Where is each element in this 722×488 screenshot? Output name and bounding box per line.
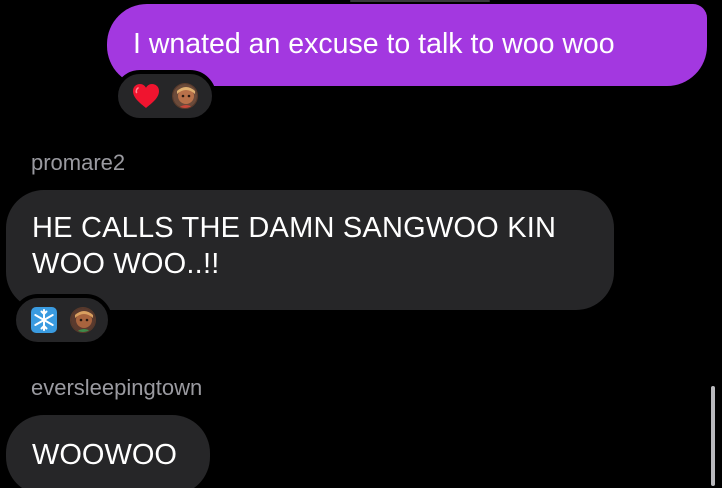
reactor-avatar[interactable] xyxy=(172,83,198,109)
message-reactions[interactable] xyxy=(114,70,216,122)
incoming-message-bubble[interactable]: HE CALLS THE DAMN SANGWOO KIN WOO WOO..!… xyxy=(6,190,614,310)
chat-thread[interactable]: I wnated an excuse to talk to woo woo pr… xyxy=(0,0,722,488)
message-text-line: WOO WOO..!! xyxy=(32,248,220,280)
message-text-line: HE CALLS THE DAMN SANGWOO KIN xyxy=(32,212,557,244)
incoming-message-bubble[interactable]: WOOWOO xyxy=(6,415,210,488)
message-text: I wnated an excuse to talk to woo woo xyxy=(133,28,615,60)
scrollbar-thumb[interactable] xyxy=(711,386,715,486)
red-heart-icon xyxy=(132,82,160,110)
message-reactions[interactable] xyxy=(12,294,112,346)
snowflake-icon xyxy=(30,306,58,334)
previous-message-edge xyxy=(350,0,490,2)
sender-name: eversleepingtown xyxy=(31,375,203,400)
message-text: WOOWOO xyxy=(32,439,177,471)
sender-name: promare2 xyxy=(31,150,126,175)
reactor-avatar[interactable] xyxy=(70,307,96,333)
